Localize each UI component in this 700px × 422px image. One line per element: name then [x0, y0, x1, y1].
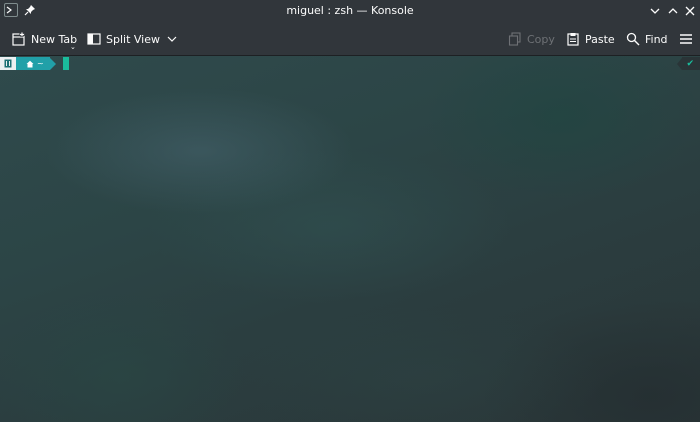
right-prompt: ✔ — [677, 57, 700, 70]
toolbar: New Tab ⌄ Split View Copy Paste Find — [0, 22, 700, 56]
prompt-dir-text: ~ — [37, 59, 44, 68]
search-icon — [626, 32, 640, 46]
paste-label: Paste — [585, 32, 615, 46]
new-tab-button[interactable]: New Tab — [12, 30, 77, 48]
copy-icon — [508, 32, 521, 46]
split-view-label: Split View — [106, 32, 160, 46]
check-icon: ✔ — [686, 58, 694, 69]
hamburger-menu-icon — [680, 34, 692, 44]
shell-prompt: ~ — [0, 57, 69, 70]
hamburger-menu-button[interactable] — [679, 30, 698, 48]
prompt-dir-segment: ~ — [16, 57, 50, 70]
prompt-os-segment — [0, 57, 16, 70]
chevron-down-icon[interactable] — [166, 33, 178, 45]
terminal-view[interactable]: ~ ✔ — [0, 56, 700, 422]
split-view-icon — [87, 33, 101, 45]
text-cursor — [62, 57, 69, 70]
copy-label: Copy — [527, 32, 555, 46]
paste-icon — [567, 33, 579, 46]
close-icon[interactable] — [683, 4, 697, 18]
chevron-down-icon[interactable] — [648, 4, 662, 18]
chevron-up-icon[interactable] — [666, 4, 680, 18]
new-tab-icon — [12, 32, 25, 46]
konsole-window: miguel : zsh — Konsole New Tab ⌄ Split V… — [0, 0, 700, 422]
find-button[interactable]: Find — [626, 30, 668, 48]
split-view-button[interactable]: Split View — [87, 30, 178, 48]
window-title: miguel : zsh — Konsole — [286, 4, 414, 17]
distro-icon — [4, 59, 12, 68]
title-bar[interactable]: miguel : zsh — Konsole — [0, 0, 700, 22]
copy-button[interactable]: Copy — [508, 30, 555, 48]
prompt-status-segment: ✔ — [682, 57, 700, 70]
find-label: Find — [645, 32, 668, 46]
new-tab-dropdown-icon[interactable]: ⌄ — [70, 43, 76, 51]
prompt-separator-icon — [49, 57, 56, 70]
paste-button[interactable]: Paste — [566, 30, 615, 48]
home-icon — [26, 60, 34, 67]
